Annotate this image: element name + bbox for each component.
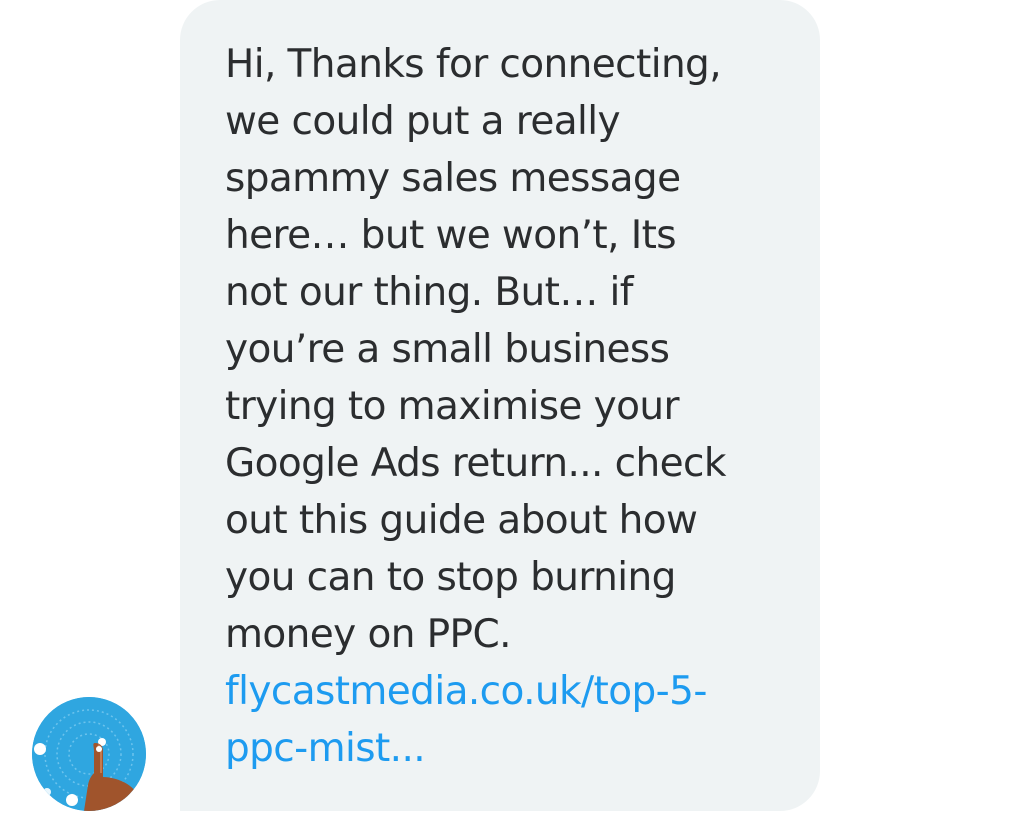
- message-text: Hi, Thanks for connecting, we could put …: [225, 42, 726, 657]
- message-link[interactable]: flycastmedia.co.uk/top-5- ppc-mist...: [225, 663, 800, 777]
- sender-avatar[interactable]: [32, 697, 146, 811]
- fingertip-touch-icon: [32, 697, 146, 811]
- message-bubble: Hi, Thanks for connecting, we could put …: [180, 0, 820, 811]
- conversation-thread: Hi, Thanks for connecting, we could put …: [0, 0, 1024, 827]
